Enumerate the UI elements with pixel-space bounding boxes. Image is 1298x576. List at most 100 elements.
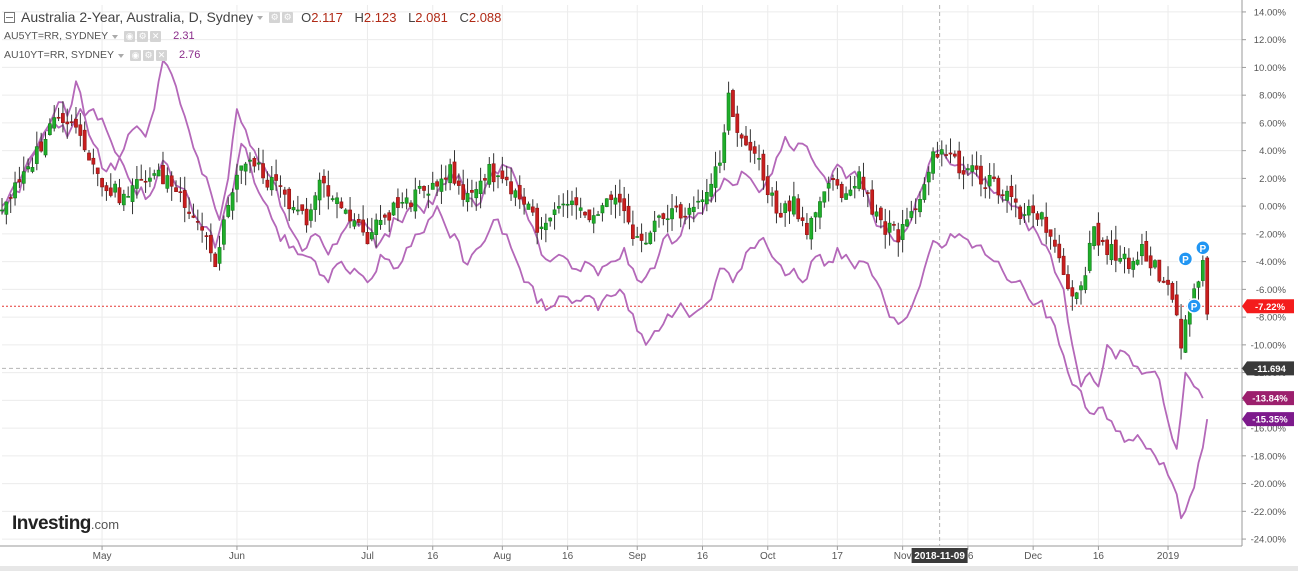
candle bbox=[813, 211, 818, 232]
candle bbox=[230, 188, 235, 220]
candle-body bbox=[1140, 244, 1144, 257]
chevron-down-icon[interactable] bbox=[112, 34, 119, 39]
candle-body bbox=[1131, 261, 1136, 270]
y-tick-label: 10.00% bbox=[1254, 63, 1287, 74]
chart-area[interactable]: P P P 14.00% 12.00% 10.00% 8.00% 6.00% 4.00% 2.00… bbox=[0, 0, 1298, 571]
candle-body bbox=[822, 191, 827, 203]
candle-body bbox=[539, 226, 544, 229]
candle-body bbox=[1026, 206, 1031, 216]
chevron-down-icon[interactable] bbox=[118, 53, 124, 58]
candle bbox=[818, 196, 822, 230]
brand-name: Investing bbox=[12, 513, 91, 534]
candle bbox=[570, 190, 574, 216]
candle-body bbox=[1170, 282, 1175, 300]
candle-body bbox=[722, 132, 727, 163]
close-icon[interactable]: ✕ bbox=[156, 50, 167, 61]
candle bbox=[939, 140, 944, 167]
candle bbox=[809, 216, 814, 250]
brand-suffix: .com bbox=[90, 517, 120, 532]
candle bbox=[82, 121, 87, 152]
y-tick-label: -4.00% bbox=[1256, 257, 1287, 268]
candle bbox=[156, 163, 161, 177]
close-icon[interactable]: ✕ bbox=[150, 31, 162, 42]
candle-body bbox=[831, 178, 835, 181]
chart-svg[interactable]: PPP14.00%12.00%10.00%8.00%6.00%4.00%2.00… bbox=[0, 0, 1298, 571]
candle-body bbox=[1039, 212, 1044, 220]
candle-body bbox=[478, 180, 483, 194]
open-key: O bbox=[301, 10, 312, 25]
candle bbox=[430, 171, 435, 190]
candle bbox=[718, 150, 722, 174]
candle-body bbox=[474, 189, 479, 199]
eye-icon[interactable]: ◉ bbox=[130, 50, 141, 61]
candle-body bbox=[161, 165, 165, 185]
candle-body bbox=[987, 174, 992, 187]
candle-body bbox=[935, 153, 940, 158]
candle bbox=[748, 129, 753, 163]
candle bbox=[617, 179, 622, 216]
candle-body bbox=[235, 174, 239, 190]
candle bbox=[609, 190, 613, 215]
candle-body bbox=[874, 211, 879, 217]
candle-body bbox=[609, 194, 613, 200]
settings-icon[interactable]: ⚙ bbox=[137, 31, 149, 42]
candle-body bbox=[683, 215, 687, 218]
candle-body bbox=[34, 146, 39, 164]
x-tick-label: Jul bbox=[361, 551, 374, 562]
candle-body bbox=[1066, 274, 1070, 290]
settings-icon[interactable]: ⚙ bbox=[143, 50, 154, 61]
candle-body bbox=[909, 211, 914, 218]
candle-body bbox=[300, 204, 305, 211]
candle-body bbox=[1000, 194, 1005, 196]
candle-body bbox=[356, 219, 361, 223]
candle-body bbox=[1100, 239, 1105, 242]
candle-body bbox=[543, 222, 548, 231]
investing-logo[interactable]: Investing.com bbox=[12, 513, 119, 535]
candle-body bbox=[561, 203, 566, 206]
candle-body bbox=[604, 198, 609, 207]
candle-body bbox=[1048, 229, 1053, 237]
candle-body bbox=[700, 199, 705, 203]
candle-body bbox=[617, 193, 622, 203]
candle-body bbox=[91, 157, 96, 165]
candle bbox=[396, 188, 400, 222]
series-1-name: AU5YT=RR, SYDNEY bbox=[4, 30, 109, 42]
candle bbox=[239, 165, 244, 184]
candle bbox=[1148, 246, 1153, 276]
candle bbox=[21, 156, 26, 191]
candle-body bbox=[391, 202, 396, 216]
candle bbox=[900, 209, 905, 253]
candle-body bbox=[304, 208, 309, 226]
candle-body bbox=[213, 253, 218, 268]
chevron-down-icon[interactable] bbox=[257, 15, 264, 20]
event-marker-label: P bbox=[1182, 255, 1189, 266]
y-tick-label: 12.00% bbox=[1254, 35, 1287, 46]
eye-icon[interactable]: ◉ bbox=[124, 31, 136, 42]
candle bbox=[548, 217, 553, 227]
y-tick-label: -20.00% bbox=[1251, 479, 1287, 490]
candle bbox=[1118, 245, 1123, 264]
y-tick-label: -8.00% bbox=[1256, 313, 1287, 324]
candle-body bbox=[378, 219, 383, 225]
candle-body bbox=[639, 233, 644, 241]
candle bbox=[1140, 233, 1144, 265]
collapse-icon[interactable] bbox=[4, 12, 15, 23]
event-marker-label: P bbox=[1191, 302, 1198, 313]
x-tick-label: 17 bbox=[832, 551, 844, 562]
high-key: H bbox=[354, 10, 364, 25]
candle bbox=[657, 214, 661, 228]
candle bbox=[970, 154, 975, 187]
candle-body bbox=[130, 185, 135, 202]
event-marker: P bbox=[1177, 251, 1194, 267]
candle-body bbox=[1113, 239, 1118, 261]
candle-body bbox=[413, 189, 418, 212]
candle bbox=[1026, 199, 1031, 223]
candle-body bbox=[522, 196, 526, 205]
gear-icon[interactable]: ⚙ bbox=[282, 12, 294, 23]
candle-body bbox=[583, 211, 587, 216]
settings-icon[interactable]: ⚙ bbox=[269, 12, 281, 23]
candle bbox=[200, 212, 205, 243]
candle bbox=[304, 197, 309, 233]
candle-body bbox=[526, 203, 531, 210]
candle-body bbox=[1196, 281, 1201, 288]
